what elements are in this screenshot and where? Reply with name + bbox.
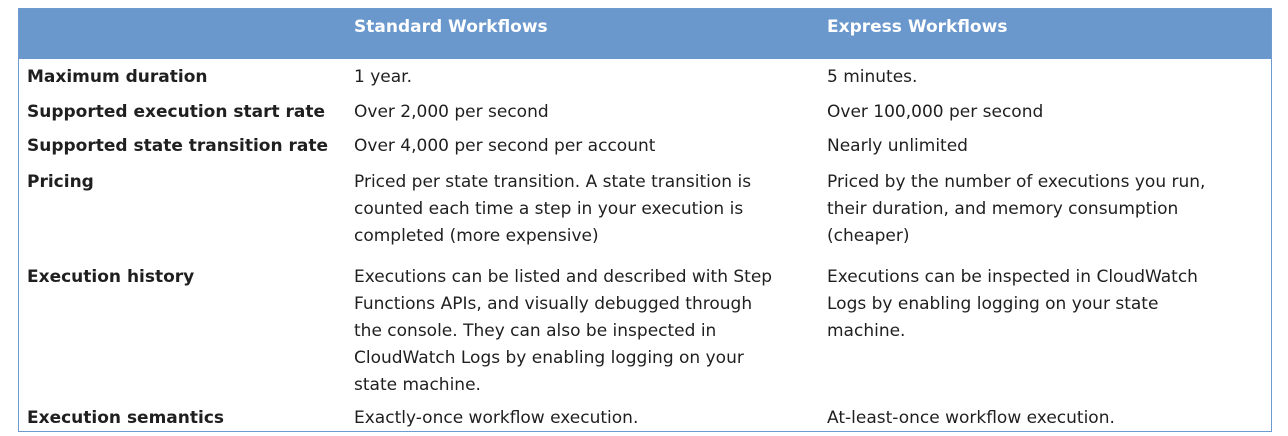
cell-text: Executions can be inspected in CloudWatc… [827, 267, 1198, 287]
row-label: Supported state transition rate [27, 136, 328, 156]
cell-text: state machine. [354, 375, 481, 395]
standard-cell: Exactly-once workflow execution. [354, 405, 809, 432]
express-cell: Executions can be inspected in CloudWatc… [827, 264, 1267, 345]
row-label: Maximum duration [27, 67, 208, 87]
cell-text: 5 minutes. [827, 67, 918, 87]
cell-text: machine. [827, 321, 906, 341]
cell-text: their duration, and memory consumption [827, 199, 1179, 219]
header-express-workflows: Express Workflows [827, 17, 1008, 37]
row-label: Pricing [27, 172, 94, 192]
standard-cell: Over 4,000 per second per account [354, 133, 809, 160]
cell-text: Logs by enabling logging on your state [827, 294, 1159, 314]
row-label: Supported execution start rate [27, 102, 326, 122]
express-cell: Over 100,000 per second [827, 99, 1267, 126]
standard-cell: Over 2,000 per second [354, 99, 809, 126]
express-cell: 5 minutes. [827, 64, 1267, 91]
cell-text: CloudWatch Logs by enabling logging on y… [354, 348, 744, 368]
cell-text: Over 4,000 per second per account [354, 136, 656, 156]
cell-text: At-least-once workflow execution. [827, 408, 1115, 428]
standard-cell: 1 year. [354, 64, 809, 91]
cell-text: Over 100,000 per second [827, 102, 1044, 122]
cell-text: Nearly unlimited [827, 136, 968, 156]
cell-text: (cheaper) [827, 226, 910, 246]
row-label: Execution semantics [27, 408, 225, 428]
cell-text: Priced per state transition. A state tra… [354, 172, 752, 192]
cell-text: 1 year. [354, 67, 412, 87]
table-header-row: Standard Workflows Express Workflows [19, 9, 1271, 59]
cell-text: Priced by the number of executions you r… [827, 172, 1206, 192]
cell-text: Executions can be listed and described w… [354, 267, 773, 287]
express-cell: Nearly unlimited [827, 133, 1267, 160]
express-cell: At-least-once workflow execution. [827, 405, 1267, 432]
cell-text: counted each time a step in your executi… [354, 199, 744, 219]
comparison-table: Standard Workflows Express Workflows Max… [18, 8, 1272, 432]
cell-text: Functions APIs, and visually debugged th… [354, 294, 753, 314]
row-label: Execution history [27, 267, 195, 287]
cell-text: the console. They can also be inspected … [354, 321, 717, 341]
cell-text: Over 2,000 per second [354, 102, 549, 122]
cell-text: Exactly-once workflow execution. [354, 408, 639, 428]
cell-text: completed (more expensive) [354, 226, 599, 246]
standard-cell: Priced per state transition. A state tra… [354, 169, 809, 250]
express-cell: Priced by the number of executions you r… [827, 169, 1267, 250]
standard-cell: Executions can be listed and described w… [354, 264, 809, 399]
header-standard-workflows: Standard Workflows [354, 17, 548, 37]
